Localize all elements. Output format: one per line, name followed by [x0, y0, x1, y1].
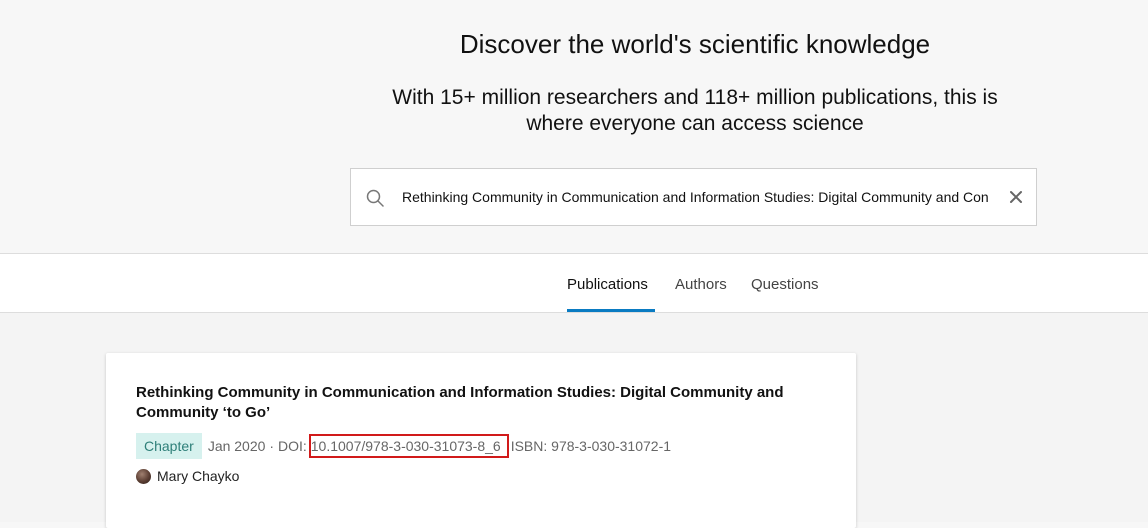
hero-subtitle-line1: With 15+ million researchers and 118+ mi… [392, 86, 998, 109]
tab-questions[interactable]: Questions [751, 276, 819, 293]
publication-meta: Chapter Jan 2020 · DOI: 10.1007/978-3-03… [136, 433, 671, 459]
search-box[interactable] [350, 168, 1037, 226]
isbn: ISBN: 978-3-030-31072-1 [510, 438, 672, 454]
results-list: Rethinking Community in Communication an… [0, 313, 1148, 528]
hero-title: Discover the world's scientific knowledg… [459, 29, 931, 59]
search-input[interactable] [395, 169, 995, 225]
result-card: Rethinking Community in Communication an… [106, 353, 856, 528]
publication-title-line1: Rethinking Community in Communication an… [136, 384, 784, 401]
tab-publications[interactable]: Publications [567, 276, 648, 293]
doi-value: 10.1007/978-3-030-31073-8_6 [308, 434, 509, 458]
search-icon [366, 189, 384, 207]
close-icon[interactable] [1008, 189, 1024, 205]
hero-subtitle-line2: where everyone can access science [526, 112, 864, 135]
publication-date: Jan 2020 [207, 438, 266, 454]
avatar [136, 468, 151, 484]
tab-bar: Publications Authors Questions [0, 254, 1148, 312]
author-name: Mary Chayko [157, 468, 240, 484]
type-badge: Chapter [136, 433, 202, 459]
publication-title-link[interactable]: Rethinking Community in Communication an… [136, 383, 816, 423]
author-link[interactable]: Mary Chayko [136, 468, 239, 484]
hero-section: Discover the world's scientific knowledg… [0, 0, 1148, 253]
hero-subtitle: With 15+ million researchers and 118+ mi… [345, 85, 1045, 137]
doi-label: · DOI: [269, 438, 307, 454]
publication-title-line2: Community ‘to Go’ [136, 404, 271, 421]
tab-authors[interactable]: Authors [675, 276, 727, 293]
